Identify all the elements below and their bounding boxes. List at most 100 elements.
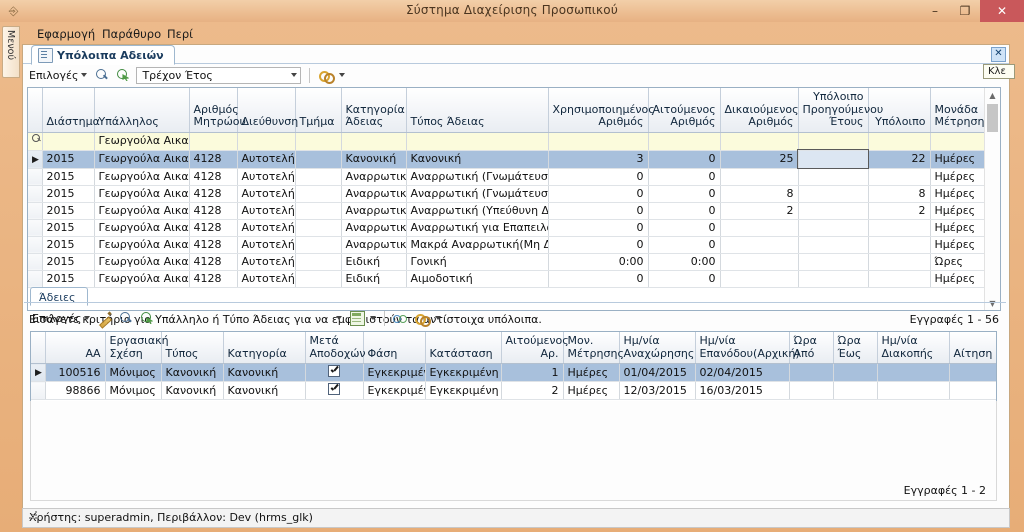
table-cell[interactable] (798, 270, 869, 288)
column-header[interactable]: Ώρα Έως (833, 332, 878, 365)
tab-adeies[interactable]: Άδειες (30, 287, 89, 306)
leaves-grid[interactable]: ΑΑ Εργασιακή Σχέση Τύπος Κατηγορία Μετά Αποδ… (30, 331, 997, 403)
empty-filter-combo[interactable] (160, 310, 345, 327)
table-cell[interactable]: 4128 (189, 202, 238, 220)
chevron-down-icon[interactable] (339, 73, 346, 77)
row-marker[interactable] (28, 185, 43, 203)
table-cell[interactable]: Εγκεκριμένη (363, 363, 426, 383)
table-cell[interactable] (798, 219, 869, 237)
table-cell[interactable]: 0 (648, 270, 721, 288)
table-cell[interactable] (868, 236, 931, 254)
filter-row[interactable]: Γεωργούλα Αικατερίνη (28, 132, 985, 151)
table-cell[interactable]: 2015 (42, 219, 95, 237)
year-filter-combo[interactable]: Τρέχον Έτος (136, 66, 302, 84)
column-header[interactable]: Διάστημα (42, 88, 100, 133)
table-cell[interactable]: 4128 (189, 185, 238, 203)
table-cell[interactable]: Ώρες (930, 253, 985, 271)
table-cell[interactable]: 0 (648, 219, 721, 237)
table-cell[interactable] (949, 363, 996, 383)
table-cell[interactable]: Αυτοτελής... (237, 270, 296, 288)
table-cell[interactable]: 4128 (189, 150, 238, 169)
table-row[interactable]: ▶100516ΜόνιμοςΚανονικήΚανονικήΕγκεκριμέν… (31, 363, 996, 383)
options-dropdown-bottom[interactable]: Επιλογές (30, 312, 92, 325)
table-cell[interactable]: Ημέρες (930, 270, 985, 288)
table-row[interactable]: 2015Γεωργούλα Αικατερίνη4128Αυτοτελής...… (28, 270, 985, 288)
table-cell[interactable]: Ημέρες (563, 363, 620, 383)
apply-filter-icon[interactable] (139, 310, 155, 326)
table-cell[interactable]: 3 (548, 150, 649, 169)
table-cell[interactable]: Μόνιμος (105, 381, 162, 401)
menu-side-tab[interactable]: Μενού (2, 26, 20, 78)
table-cell[interactable]: Γεωργούλα Αικατερίνη (94, 270, 190, 288)
table-cell[interactable]: 0 (648, 202, 721, 220)
table-row[interactable]: 2015Γεωργούλα Αικατερίνη4128Αυτοτελής...… (28, 168, 985, 186)
table-cell[interactable] (798, 185, 869, 203)
table-cell[interactable] (789, 363, 834, 383)
column-header[interactable]: Τύπος Άδειας (406, 88, 549, 133)
table-cell[interactable]: 2015 (42, 202, 95, 220)
table-cell[interactable] (295, 185, 342, 203)
filter-cell[interactable] (341, 132, 407, 151)
table-cell[interactable]: Αναρρωτική (Υπεύθυνη Δήλωση) (406, 202, 549, 220)
column-header[interactable]: Δικαιούμενος Αριθμός (720, 88, 799, 133)
checkbox-icon[interactable] (328, 383, 340, 396)
table-cell[interactable]: Ειδική (341, 270, 407, 288)
table-row[interactable]: 2015Γεωργούλα Αικατερίνη4128Αυτοτελής...… (28, 219, 985, 237)
close-button[interactable]: ✕ (980, 0, 1024, 22)
table-row[interactable]: 2015Γεωργούλα Αικατερίνη4128Αυτοτελής...… (28, 185, 985, 203)
table-cell[interactable]: Αυτοτελής... (237, 202, 296, 220)
table-cell[interactable] (868, 270, 931, 288)
table-cell[interactable]: Γεωργούλα Αικατερίνη (94, 202, 190, 220)
table-cell[interactable]: 2015 (42, 253, 95, 271)
column-header[interactable]: Κατηγορία (223, 332, 306, 365)
filter-cell[interactable] (189, 132, 238, 151)
table-cell[interactable]: Γεωργούλα Αικατερίνη (94, 219, 190, 237)
table-cell[interactable]: 22 (868, 150, 931, 169)
specs-icon[interactable] (393, 310, 409, 326)
table-row[interactable]: 98866ΜόνιμοςΚανονικήΚανονικήΕγκεκριμένηΕ… (31, 381, 996, 401)
table-cell[interactable]: Ημέρες (930, 219, 985, 237)
table-cell[interactable] (949, 381, 996, 401)
table-cell[interactable]: 0 (548, 219, 649, 237)
table-cell[interactable]: Γεωργούλα Αικατερίνη (94, 236, 190, 254)
table-cell[interactable] (868, 253, 931, 271)
table-cell[interactable]: Εγκεκριμένη (425, 363, 502, 383)
table-cell[interactable]: 0 (648, 185, 721, 203)
table-cell[interactable] (868, 219, 931, 237)
column-header[interactable]: ΑΑ (45, 332, 106, 365)
table-cell[interactable]: 2 (868, 202, 931, 220)
row-marker[interactable] (28, 270, 43, 288)
table-cell[interactable]: 4128 (189, 219, 238, 237)
row-marker[interactable] (28, 236, 43, 254)
edit-icon[interactable] (97, 310, 113, 326)
table-cell[interactable]: Αναρρωτική (Γνωμάτευση Θερ... (406, 185, 549, 203)
table-cell[interactable] (295, 168, 342, 186)
menu-item-parathyro[interactable]: Παράθυρο (97, 26, 166, 42)
table-row[interactable]: 2015Γεωργούλα Αικατερίνη4128Αυτοτελής...… (28, 236, 985, 254)
column-header[interactable]: Ημ/νία Αναχώρησης (619, 332, 696, 365)
table-cell[interactable] (720, 236, 799, 254)
column-header[interactable]: Κατηγορία Άδειας (341, 88, 407, 133)
table-cell[interactable]: 0 (548, 185, 649, 203)
scroll-up-icon[interactable]: ▲ (985, 88, 1000, 102)
maximize-button[interactable]: ❐ (950, 0, 980, 22)
links-icon[interactable] (318, 67, 336, 84)
table-cell[interactable]: Αυτοτελής... (237, 236, 296, 254)
filter-cell[interactable] (930, 132, 985, 151)
table-cell[interactable]: Κανονική (223, 381, 306, 401)
table-cell[interactable]: Ειδική (341, 253, 407, 271)
table-cell[interactable] (295, 202, 342, 220)
table-cell[interactable]: Κανονική (161, 381, 224, 401)
filter-cell[interactable] (868, 132, 931, 151)
resize-gripper[interactable] (29, 511, 38, 520)
table-cell[interactable] (295, 270, 342, 288)
table-cell[interactable]: Κανονική (223, 363, 306, 383)
menu-item-peri[interactable]: Περί (162, 26, 198, 42)
table-cell[interactable] (798, 253, 869, 271)
balances-grid[interactable]: Διάστημα Υπάλληλος Αριθμός Μητρώου Διεύθυνσ… (27, 87, 1001, 311)
table-cell[interactable]: Γεωργούλα Αικατερίνη (94, 150, 190, 169)
table-row[interactable]: 2015Γεωργούλα Αικατερίνη4128Αυτοτελής...… (28, 202, 985, 220)
row-marker[interactable] (28, 168, 43, 186)
report-icon[interactable] (350, 311, 366, 326)
table-cell[interactable]: Εγκεκριμένη (363, 381, 426, 401)
